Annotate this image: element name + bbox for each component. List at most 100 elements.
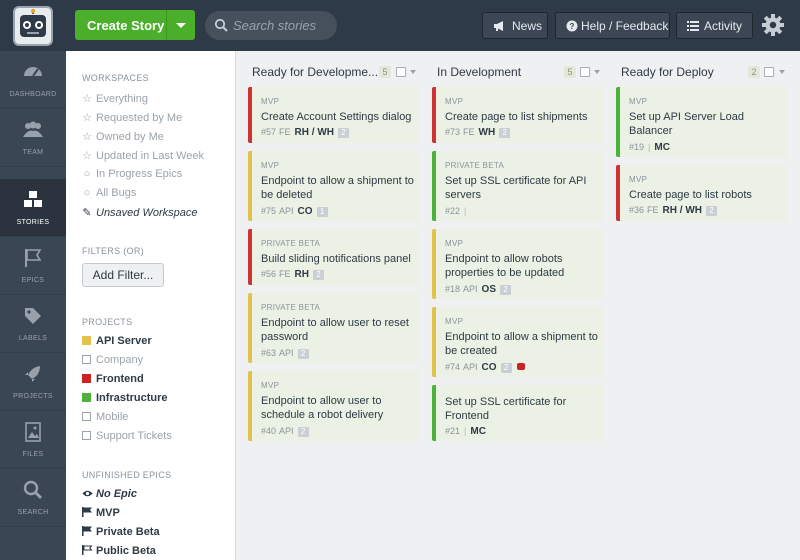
checkbox-checked[interactable] bbox=[82, 374, 91, 383]
chevron-down-icon[interactable] bbox=[594, 70, 600, 74]
workspace-owned-by-me[interactable]: ☆ Owned by Me bbox=[82, 130, 164, 143]
card-title: Set up SSL certificate for API servers bbox=[445, 175, 587, 201]
card-meta: #73 FE WH 2 bbox=[445, 127, 511, 138]
column-select-checkbox[interactable] bbox=[580, 67, 590, 77]
estimate-badge: 2 bbox=[338, 128, 349, 138]
estimate-badge: 2 bbox=[500, 285, 511, 295]
estimate-badge: 1 bbox=[316, 207, 328, 217]
card-title: Create Account Settings dialog bbox=[261, 111, 412, 123]
news-button[interactable]: News bbox=[482, 12, 548, 39]
search-icon bbox=[214, 18, 228, 32]
card-epic: MVP bbox=[261, 161, 280, 170]
card-meta: #56 FE RH 2 bbox=[261, 269, 324, 280]
megaphone-icon bbox=[494, 21, 503, 31]
story-card[interactable]: PRIVATE BETA Build sliding notifications… bbox=[248, 229, 419, 285]
gear-icon[interactable] bbox=[762, 14, 784, 36]
project-support-tickets[interactable]: Support Tickets bbox=[82, 430, 172, 442]
workspace-requested-by-me[interactable]: ☆ Requested by Me bbox=[82, 111, 182, 124]
workspace-updated-last-week[interactable]: ☆ Updated in Last Week bbox=[82, 149, 204, 162]
story-card[interactable]: MVP Endpoint to allow a shipment to be d… bbox=[248, 151, 419, 221]
column-title: Ready for Deploy bbox=[621, 65, 714, 79]
column-count: 5 bbox=[379, 66, 391, 78]
create-story-button[interactable]: Create Story bbox=[75, 10, 195, 40]
epic-mvp[interactable]: MVP bbox=[82, 507, 120, 519]
story-card[interactable]: MVP Create page to list shipments #73 FE W… bbox=[432, 87, 603, 143]
checkbox-checked[interactable] bbox=[82, 336, 91, 345]
nav-search[interactable]: SEARCH bbox=[0, 469, 66, 527]
eye-icon bbox=[82, 490, 93, 497]
checkbox-checked[interactable] bbox=[82, 393, 91, 402]
card-meta: #36 FE RH / WH 2 bbox=[629, 205, 717, 216]
workspace-everything[interactable]: ☆ Everything bbox=[82, 92, 148, 105]
nav-team[interactable]: TEAM bbox=[0, 109, 66, 167]
card-epic: MVP bbox=[445, 97, 464, 106]
card-meta: #74 API CO 2 bbox=[445, 362, 525, 373]
column-select-checkbox[interactable] bbox=[396, 67, 406, 77]
column-count: 2 bbox=[748, 66, 760, 78]
epic-private-beta[interactable]: Private Beta bbox=[82, 526, 160, 538]
card-meta: #75 API CO 1 bbox=[261, 206, 328, 217]
story-card[interactable]: Set up SSL certificate for Frontend #21 |… bbox=[432, 385, 603, 441]
project-frontend[interactable]: Frontend bbox=[82, 373, 144, 385]
story-card[interactable]: MVP Endpoint to allow user to schedule a… bbox=[248, 371, 419, 441]
add-filter-button[interactable]: Add Filter... bbox=[82, 263, 164, 287]
news-label: News bbox=[512, 19, 543, 33]
nav-epics[interactable]: EPICS bbox=[0, 237, 66, 295]
card-title: Endpoint to allow user to reset password bbox=[261, 317, 409, 343]
app-logo[interactable] bbox=[13, 6, 53, 46]
filters-heading: FILTERS (OR) bbox=[82, 246, 144, 256]
search-icon bbox=[23, 480, 43, 500]
star-icon: ☆ bbox=[82, 150, 92, 162]
story-card[interactable]: MVP Set up API Server Load Balancer #19 |… bbox=[616, 87, 787, 157]
story-card[interactable]: MVP Create Account Settings dialog #57 FE… bbox=[248, 87, 419, 143]
dashboard-icon bbox=[24, 67, 42, 77]
checkbox-unchecked[interactable] bbox=[82, 412, 91, 421]
projects-heading: PROJECTS bbox=[82, 317, 133, 327]
workspace-unsaved[interactable]: ✎ Unsaved Workspace bbox=[82, 206, 197, 219]
story-card[interactable]: PRIVATE BETA Endpoint to allow user to r… bbox=[248, 293, 419, 363]
search-input[interactable] bbox=[233, 17, 333, 34]
card-meta: #63 API 2 bbox=[261, 348, 309, 359]
workspace-all-bugs[interactable]: ○ All Bugs bbox=[82, 187, 137, 199]
nav-files[interactable]: FILES bbox=[0, 411, 66, 469]
nav-dashboard[interactable]: DASHBOARD bbox=[0, 51, 66, 109]
workspaces-heading: WORKSPACES bbox=[82, 73, 149, 83]
team-icon bbox=[23, 121, 43, 137]
help-label: Help / Feedback bbox=[581, 19, 669, 33]
flag-icon bbox=[82, 526, 92, 536]
story-card[interactable]: PRIVATE BETA Set up SSL certificate for … bbox=[432, 151, 603, 221]
star-icon: ☆ bbox=[82, 112, 92, 124]
story-card[interactable]: MVP Create page to list robots #36 FE RH /… bbox=[616, 165, 787, 221]
help-feedback-button[interactable]: ? Help / Feedback bbox=[555, 12, 670, 39]
card-title: Set up SSL certificate for Frontend bbox=[445, 396, 567, 422]
column-count: 5 bbox=[564, 66, 576, 78]
project-mobile[interactable]: Mobile bbox=[82, 411, 128, 423]
column-select-checkbox[interactable] bbox=[764, 67, 774, 77]
epic-no-epic[interactable]: No Epic bbox=[82, 488, 137, 500]
epic-public-beta[interactable]: Public Beta bbox=[82, 545, 156, 557]
checkbox-unchecked[interactable] bbox=[82, 431, 91, 440]
project-company[interactable]: Company bbox=[82, 354, 143, 366]
blocked-flag-icon bbox=[516, 363, 525, 370]
epics-heading: UNFINISHED EPICS bbox=[82, 470, 172, 480]
project-api-server[interactable]: API Server bbox=[82, 335, 152, 347]
chevron-down-icon[interactable] bbox=[410, 70, 416, 74]
estimate-badge: 2 bbox=[500, 363, 512, 373]
stories-icon bbox=[24, 191, 42, 207]
nav-projects[interactable]: PROJECTS bbox=[0, 353, 66, 411]
nav-labels[interactable]: LABELS bbox=[0, 295, 66, 353]
card-title: Build sliding notifications panel bbox=[261, 253, 411, 265]
project-infrastructure[interactable]: Infrastructure bbox=[82, 392, 168, 404]
story-card[interactable]: MVP Endpoint to allow a shipment to be c… bbox=[432, 307, 603, 377]
workspace-in-progress-epics[interactable]: ○ In Progress Epics bbox=[82, 168, 183, 180]
activity-button[interactable]: Activity bbox=[676, 12, 753, 39]
checkbox-unchecked[interactable] bbox=[82, 355, 91, 364]
estimate-badge: 2 bbox=[706, 206, 717, 216]
chevron-down-icon[interactable] bbox=[176, 23, 186, 28]
svg-text:?: ? bbox=[570, 22, 575, 31]
top-bar: Create Story News ? Help / Feedback Acti… bbox=[0, 0, 800, 51]
story-card[interactable]: MVP Endpoint to allow robots properties … bbox=[432, 229, 603, 299]
card-title: Create page to list robots bbox=[629, 189, 752, 201]
nav-stories[interactable]: STORIES bbox=[0, 179, 66, 237]
chevron-down-icon[interactable] bbox=[779, 70, 785, 74]
